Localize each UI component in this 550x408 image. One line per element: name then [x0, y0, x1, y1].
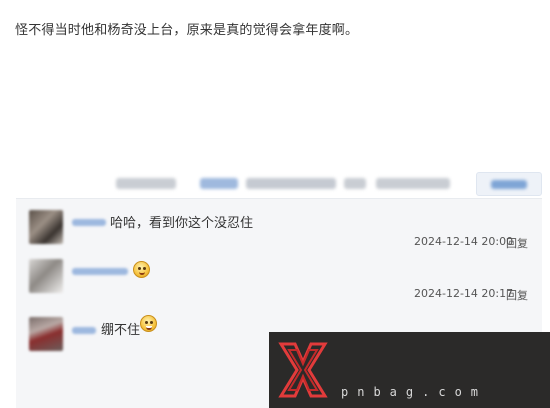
username[interactable] [72, 219, 106, 226]
blurred-meta-2 [246, 178, 336, 189]
blurred-meta-1 [116, 178, 176, 189]
blurred-meta-link[interactable] [200, 178, 238, 189]
avatar[interactable] [29, 317, 63, 351]
blurred-meta-4 [376, 178, 450, 189]
avatar[interactable] [29, 210, 63, 244]
comment-text: 绷不住 [101, 323, 141, 338]
watermark: pnbag.com [269, 332, 550, 408]
username[interactable] [72, 327, 96, 334]
comment-time: 2024-12-14 20:00 [414, 235, 514, 248]
watermark-text: pnbag.com [341, 385, 488, 399]
reply-button[interactable] [476, 172, 542, 196]
reply-button-label [491, 180, 527, 189]
watermark-logo-icon [278, 342, 328, 398]
comment-text: 哈哈，看到你这个没忍住 [110, 216, 254, 231]
post-meta-bar [112, 172, 542, 196]
avatar[interactable] [29, 259, 63, 293]
reply-link[interactable]: 回复 [506, 235, 528, 251]
blurred-meta-3 [344, 178, 366, 189]
username[interactable] [72, 268, 128, 275]
comment-time: 2024-12-14 20:17 [414, 287, 514, 300]
smile-emoji-icon [133, 261, 150, 278]
reply-link[interactable]: 回复 [506, 287, 528, 303]
grin-emoji-icon [140, 315, 157, 332]
post-text: 怪不得当时他和杨奇没上台，原来是真的觉得会拿年度啊。 [15, 23, 359, 38]
